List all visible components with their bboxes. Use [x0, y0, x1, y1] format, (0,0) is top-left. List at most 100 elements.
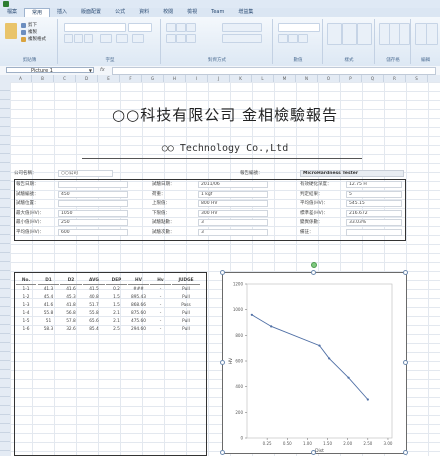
row-header[interactable] [0, 262, 10, 271]
cell-styles-button[interactable] [357, 23, 372, 45]
row-header[interactable] [0, 415, 10, 424]
currency-button[interactable] [278, 34, 288, 43]
table-cell[interactable]: 1-1 [16, 286, 36, 293]
table-cell[interactable]: - [150, 326, 171, 333]
align-center-button[interactable] [176, 34, 186, 43]
table-cell[interactable]: 1.5 [106, 302, 127, 309]
borders-button[interactable] [100, 34, 112, 43]
sort-filter-button[interactable] [426, 23, 438, 45]
column-header[interactable]: I [186, 75, 208, 82]
tab-view[interactable]: 檢視 [180, 8, 204, 17]
tab-data[interactable]: 資料 [132, 8, 156, 17]
table-cell[interactable]: 56.8 [60, 310, 82, 317]
table-cell[interactable]: 85.4 [83, 326, 105, 333]
table-cell[interactable]: Pull [172, 286, 200, 293]
table-cell[interactable]: 65.6 [83, 318, 105, 325]
info-value[interactable] [58, 200, 128, 207]
align-bottom-button[interactable] [186, 23, 196, 32]
row-header[interactable] [0, 91, 10, 100]
table-cell[interactable]: 1-4 [16, 310, 36, 317]
row-header[interactable] [0, 145, 10, 154]
table-cell[interactable]: - [150, 310, 171, 317]
info-value[interactable]: 300 HV [198, 209, 268, 217]
table-cell[interactable]: 294.60 [128, 326, 149, 333]
row-header[interactable] [0, 127, 10, 136]
rotate-handle[interactable] [311, 262, 317, 268]
format-painter-button[interactable]: 複製格式 [28, 36, 46, 42]
column-header[interactable]: R [384, 75, 406, 82]
table-cell[interactable]: 45.3 [60, 294, 82, 301]
merge-center-button[interactable] [222, 34, 262, 43]
table-cell[interactable]: Pull [172, 294, 200, 301]
row-header[interactable] [0, 172, 10, 181]
row-header[interactable] [0, 352, 10, 361]
name-box[interactable]: Picture 1 ▼ [6, 67, 94, 74]
tab-team[interactable]: Team [204, 8, 231, 17]
cut-icon[interactable] [21, 23, 26, 28]
info-value[interactable]: 216.672 [346, 209, 402, 217]
align-top-button[interactable] [166, 23, 176, 32]
row-header[interactable] [0, 253, 10, 262]
table-cell[interactable]: - [150, 286, 171, 293]
table-cell[interactable]: 1-3 [16, 302, 36, 309]
row-header[interactable] [0, 82, 10, 91]
row-header[interactable] [0, 334, 10, 343]
column-header[interactable]: O [318, 75, 340, 82]
italic-button[interactable] [74, 34, 83, 43]
column-header[interactable]: M [274, 75, 296, 82]
tab-insert[interactable]: 插入 [50, 8, 74, 17]
table-cell[interactable]: 475.60 [128, 318, 149, 325]
row-header[interactable] [0, 208, 10, 217]
row-header[interactable] [0, 433, 10, 442]
fill-color-button[interactable] [116, 34, 128, 43]
copy-icon[interactable] [21, 30, 26, 35]
align-left-button[interactable] [166, 34, 176, 43]
column-header[interactable]: H [164, 75, 186, 82]
row-header[interactable] [0, 442, 10, 451]
column-header[interactable]: A [10, 75, 32, 82]
info-value[interactable]: 3 [198, 219, 268, 226]
table-cell[interactable]: 41.8 [60, 302, 82, 309]
table-cell[interactable]: 895.43 [128, 294, 149, 301]
column-header[interactable]: J [208, 75, 230, 82]
table-cell[interactable]: 55.8 [83, 310, 105, 317]
row-header[interactable] [0, 388, 10, 397]
table-cell[interactable]: 1-5 [16, 318, 36, 325]
info-value[interactable]: 2011/06 [198, 181, 268, 188]
row-header[interactable] [0, 307, 10, 316]
row-header[interactable] [0, 163, 10, 172]
row-header[interactable] [0, 406, 10, 415]
table-cell[interactable]: 41.5 [83, 286, 105, 293]
table-cell[interactable]: 868.66 [128, 302, 149, 309]
row-header[interactable] [0, 217, 10, 226]
tab-formulas[interactable]: 公式 [108, 8, 132, 17]
format-painter-icon[interactable] [21, 37, 26, 42]
align-right-button[interactable] [186, 34, 196, 43]
format-as-table-button[interactable] [342, 23, 357, 45]
row-header[interactable] [0, 397, 10, 406]
column-header[interactable]: P [340, 75, 362, 82]
column-header[interactable]: D [76, 75, 98, 82]
table-cell[interactable]: 1-6 [16, 326, 36, 333]
table-cell[interactable]: Pass [172, 302, 200, 309]
table-cell[interactable]: 41.6 [38, 302, 59, 309]
column-header[interactable]: K [230, 75, 252, 82]
table-cell[interactable]: - [150, 302, 171, 309]
row-header[interactable] [0, 361, 10, 370]
table-cell[interactable]: - [150, 318, 171, 325]
table-cell[interactable]: 40.8 [83, 294, 105, 301]
tab-review[interactable]: 校閱 [156, 8, 180, 17]
underline-button[interactable] [84, 34, 93, 43]
info-value[interactable]: 5 [346, 190, 402, 198]
table-cell[interactable]: - [150, 294, 171, 301]
company-value[interactable]: ○○公司 [58, 170, 113, 177]
column-header[interactable]: S [406, 75, 428, 82]
tab-addins[interactable]: 增益集 [231, 8, 260, 17]
table-cell[interactable]: 1.5 [106, 294, 127, 301]
table-cell[interactable]: 0.2 [106, 286, 127, 293]
info-value[interactable]: 600 [58, 228, 128, 236]
number-format-dropdown[interactable] [278, 23, 320, 32]
row-header[interactable] [0, 325, 10, 334]
paste-icon[interactable] [5, 23, 17, 39]
row-header[interactable] [0, 226, 10, 235]
